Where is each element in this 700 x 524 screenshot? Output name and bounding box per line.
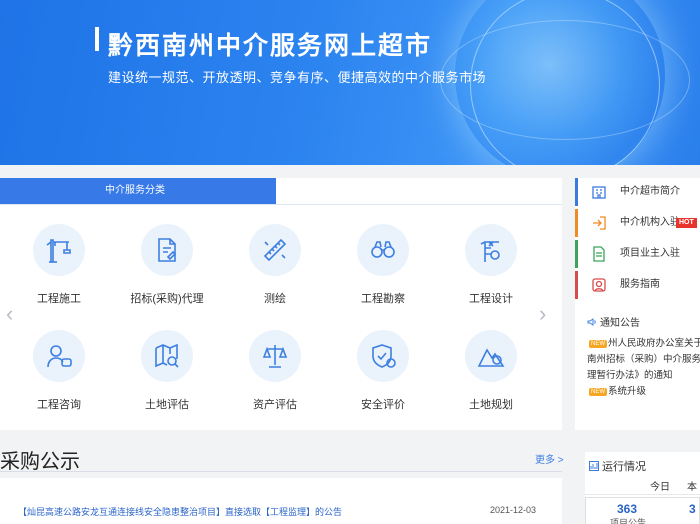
procurement-title: 采购公示 <box>0 451 80 473</box>
service-item-surveying[interactable]: 测绘 <box>230 224 320 306</box>
service-label: 工程设计 <box>469 293 513 305</box>
service-label: 招标(采购)代理 <box>130 293 204 305</box>
column-today: 今日 <box>650 482 670 493</box>
chart-icon <box>589 461 599 471</box>
service-item-asset-assessment[interactable]: 资产评估 <box>230 330 320 412</box>
service-item-land-assessment[interactable]: 土地评估 <box>122 330 212 412</box>
guide-icon <box>591 277 607 293</box>
quick-link-intro[interactable]: 中介超市简介 <box>575 178 700 206</box>
service-label: 安全评价 <box>361 399 405 411</box>
quick-link-owner-join[interactable]: 项目业主入驻 <box>575 240 700 268</box>
project-count-label: 项目公告 <box>610 518 647 524</box>
site-slogan: 建设统一规范、开放透明、竞争有序、便捷高效的中介服务市场 <box>108 70 487 85</box>
service-label: 资产评估 <box>253 399 297 411</box>
service-label: 土地规划 <box>469 399 513 411</box>
survey-ruler-icon <box>249 224 301 276</box>
design-tower-icon <box>465 224 517 276</box>
new-badge: NEW <box>589 340 607 348</box>
service-label: 工程咨询 <box>37 399 81 411</box>
service-item-design[interactable]: 工程设计 <box>446 224 536 306</box>
crane-icon <box>33 224 85 276</box>
quick-link-label: 中介机构入驻 <box>620 217 680 228</box>
column-month: 本 <box>687 482 697 493</box>
procurement-item-link[interactable]: 【灿昆高速公路安龙互通连接线安全隐患整治项目】直接选取【工程监理】的公告 <box>18 505 342 518</box>
operations-title: 运行情况 <box>602 461 646 473</box>
site-title: 黔西南州中介服务网上超市 <box>108 32 433 60</box>
bid-document-icon <box>141 224 193 276</box>
service-label: 测绘 <box>264 293 286 305</box>
category-divider <box>0 204 562 205</box>
more-link[interactable]: 更多 > <box>535 451 564 466</box>
procurement-divider <box>0 471 562 472</box>
consultant-icon <box>33 330 85 382</box>
mountain-plan-icon <box>465 330 517 382</box>
notice-item-line[interactable]: 理暂行办法》的通知 <box>587 367 673 381</box>
service-label: 土地评估 <box>145 399 189 411</box>
building-icon <box>591 184 607 200</box>
quick-link-label: 服务指南 <box>620 279 660 290</box>
service-item-consulting[interactable]: 工程咨询 <box>14 330 104 412</box>
quick-link-agency-join[interactable]: 中介机构入驻 HOT <box>575 209 700 237</box>
quick-link-guide[interactable]: 服务指南 <box>575 271 700 299</box>
speaker-icon <box>587 317 597 327</box>
title-bar-accent <box>95 27 99 51</box>
carousel-next-icon[interactable]: › <box>539 303 546 325</box>
quick-link-label: 项目业主入驻 <box>620 248 680 259</box>
notice-title: 通知公告 <box>600 318 640 329</box>
top-banner: 黔西南州中介服务网上超市 建设统一规范、开放透明、竞争有序、便捷高效的中介服务市… <box>0 0 700 165</box>
service-label: 工程施工 <box>37 293 81 305</box>
carousel-prev-icon[interactable]: ‹ <box>6 303 13 325</box>
operations-panel: 运行情况 今日 本 363 项目公告 3 <box>585 452 700 524</box>
service-item-investigation[interactable]: 工程勘察 <box>338 224 428 306</box>
quick-link-label: 中介超市简介 <box>620 186 680 197</box>
service-item-bidding[interactable]: 招标(采购)代理 <box>122 224 212 306</box>
notice-item[interactable]: NEW州人民政府办公室关于印 <box>589 335 700 349</box>
service-category-panel: 中介服务分类 ‹ › 工程施工 招标(采购)代理 测绘 工程勘察 工程设计 工程… <box>0 178 562 430</box>
notice-item-line[interactable]: 南州招标（采购）中介服务网 <box>587 351 700 365</box>
service-label: 工程勘察 <box>361 293 405 305</box>
document-icon <box>591 246 607 262</box>
category-tab[interactable]: 中介服务分类 <box>0 178 276 204</box>
procurement-list: 【灿昆高速公路安龙互通连接线安全隐患整治项目】直接选取【工程监理】的公告 202… <box>0 478 562 524</box>
service-item-land-planning[interactable]: 土地规划 <box>446 330 536 412</box>
notice-item[interactable]: NEW 系统升级 <box>589 383 646 397</box>
month-count: 3 <box>689 502 696 516</box>
shield-check-icon <box>357 330 409 382</box>
service-item-safety-evaluation[interactable]: 安全评价 <box>338 330 428 412</box>
project-count: 363 <box>617 502 638 516</box>
notice-header: 通知公告 <box>587 314 640 329</box>
enter-icon <box>591 215 607 231</box>
hot-badge: HOT <box>676 218 697 228</box>
scale-icon <box>249 330 301 382</box>
right-sidebar: 中介超市简介 中介机构入驻 HOT 项目业主入驻 服务指南 通知公告 NEW 州人… <box>575 178 700 430</box>
binoculars-icon <box>357 224 409 276</box>
service-item-construction[interactable]: 工程施工 <box>14 224 104 306</box>
operations-divider <box>585 494 700 495</box>
procurement-item-date: 2021-12-03 <box>490 505 537 515</box>
map-search-icon <box>141 330 193 382</box>
operations-header: 运行情况 <box>589 458 646 474</box>
new-badge: NEW <box>589 388 607 396</box>
